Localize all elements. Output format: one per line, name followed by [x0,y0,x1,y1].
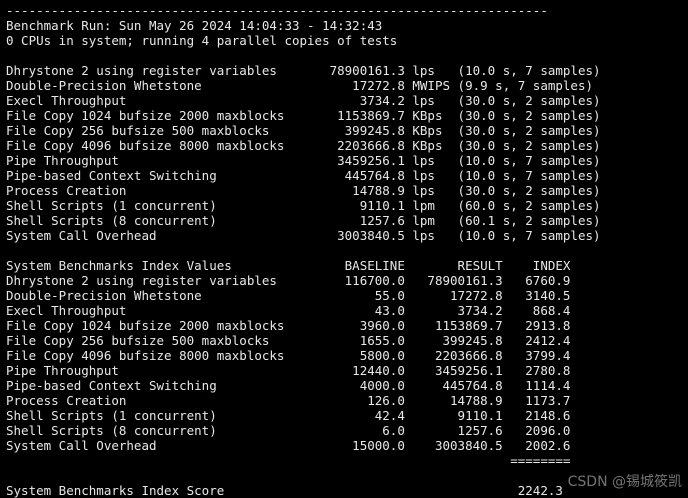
result-line: File Copy 1024 bufsize 2000 maxblocks 11… [6,108,601,123]
result-line: Double-Precision Whetstone 17272.8 MWIPS… [6,78,593,93]
index-row: Dhrystone 2 using register variables 116… [6,273,571,288]
terminal-output: ----------------------------------------… [6,3,686,498]
result-line: Pipe Throughput 3459256.1 lps (10.0 s, 7… [6,153,601,168]
result-line: Process Creation 14788.9 lps (30.0 s, 2 … [6,183,601,198]
index-row: File Copy 4096 bufsize 8000 maxblocks 58… [6,348,571,363]
benchmark-run-line: Benchmark Run: Sun May 26 2024 14:04:33 … [6,18,383,33]
index-table-header: System Benchmarks Index Values BASELINE … [6,258,571,273]
index-row: Process Creation 126.0 14788.9 1173.7 [6,393,571,408]
score-rule: ======== [6,453,571,468]
index-row: Execl Throughput 43.0 3734.2 868.4 [6,303,571,318]
result-line: File Copy 256 bufsize 500 maxblocks 3992… [6,123,601,138]
result-line: File Copy 4096 bufsize 8000 maxblocks 22… [6,138,601,153]
index-row: File Copy 256 bufsize 500 maxblocks 1655… [6,333,571,348]
watermark: CSDN @锡城筱凯 [567,474,682,490]
result-line: Execl Throughput 3734.2 lps (30.0 s, 2 s… [6,93,601,108]
result-line: Shell Scripts (8 concurrent) 1257.6 lpm … [6,213,601,228]
index-row: System Call Overhead 15000.0 3003840.5 2… [6,438,571,453]
index-row: Double-Precision Whetstone 55.0 17272.8 … [6,288,571,303]
index-row: Shell Scripts (8 concurrent) 6.0 1257.6 … [6,423,571,438]
index-row: File Copy 1024 bufsize 2000 maxblocks 39… [6,318,571,333]
header-rule: ----------------------------------------… [6,3,548,18]
result-line: Dhrystone 2 using register variables 789… [6,63,601,78]
results-block: Dhrystone 2 using register variables 789… [6,63,686,243]
index-table: System Benchmarks Index Values BASELINE … [6,258,686,498]
cpu-info-line: 0 CPUs in system; running 4 parallel cop… [6,33,398,48]
index-row: Pipe-based Context Switching 4000.0 4457… [6,378,571,393]
index-row: Pipe Throughput 12440.0 3459256.1 2780.8 [6,363,571,378]
result-line: System Call Overhead 3003840.5 lps (10.0… [6,228,601,243]
result-line: Shell Scripts (1 concurrent) 9110.1 lpm … [6,198,601,213]
index-row: Shell Scripts (1 concurrent) 42.4 9110.1… [6,408,571,423]
result-line: Pipe-based Context Switching 445764.8 lp… [6,168,601,183]
